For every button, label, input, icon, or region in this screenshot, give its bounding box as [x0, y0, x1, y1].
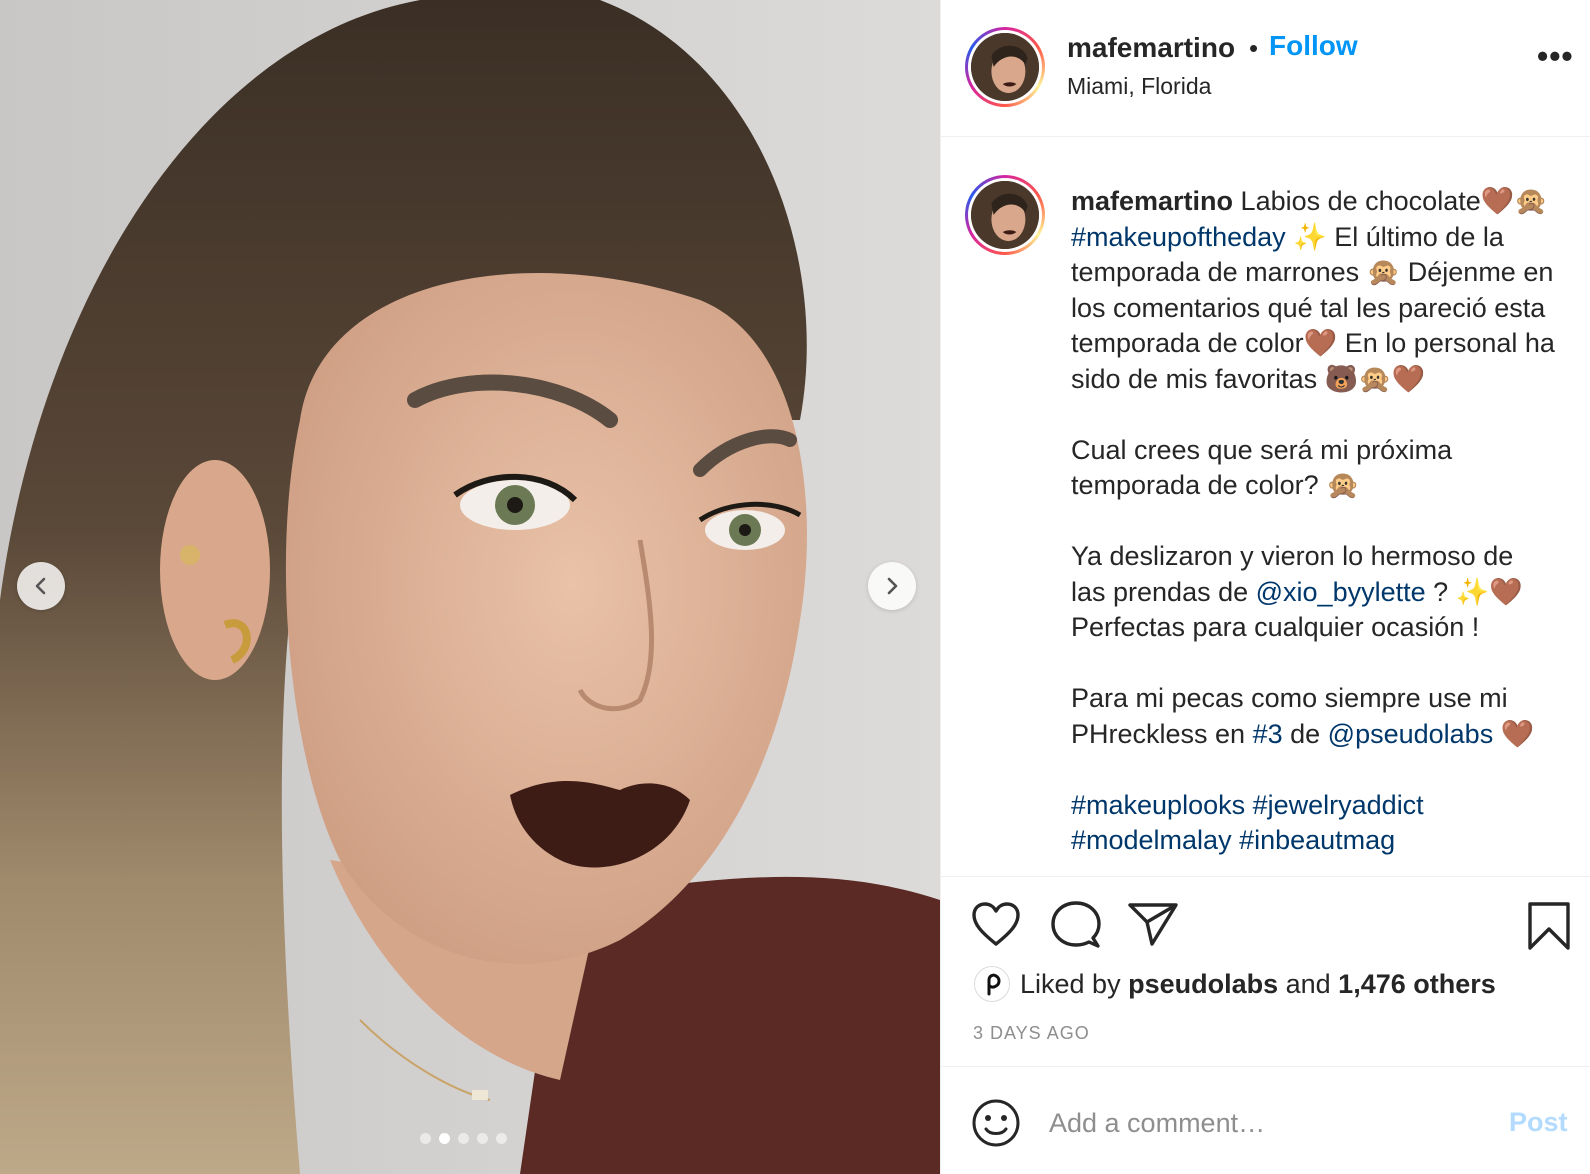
chevron-right-icon	[887, 577, 898, 595]
avatar[interactable]	[965, 27, 1045, 107]
caption-text: ✨ El último de la	[1285, 221, 1504, 252]
header-username[interactable]: mafemartino	[1067, 32, 1235, 64]
carousel-indicator	[420, 1133, 507, 1144]
caption-paragraph: mafemartino Labios de chocolate🤎🙊 #makeu…	[1071, 184, 1590, 397]
caption-text: Ya deslizaron y vieron lo hermoso de	[1071, 541, 1514, 571]
comment-bubble-icon[interactable]	[1051, 901, 1101, 954]
caption-text: temporada de marrones 🙊 Déjenme en	[1071, 257, 1554, 287]
post-timestamp[interactable]: 3 DAYS AGO	[973, 1023, 1090, 1044]
header-separator: •	[1249, 33, 1259, 63]
carousel-dot	[420, 1133, 431, 1144]
caption-text: Para mi pecas como siempre use mi	[1071, 683, 1508, 713]
hashtag-link[interactable]: #3	[1253, 719, 1283, 749]
caption-text: de	[1282, 718, 1328, 749]
likes-middle: and	[1278, 969, 1339, 999]
location-link[interactable]: Miami, Florida	[1067, 73, 1211, 100]
hashtag-link[interactable]: #makeupoftheday	[1071, 222, 1286, 252]
pseudolabs-logo-icon	[987, 973, 1001, 996]
caption-text: temporada de color🤎 En lo personal ha	[1071, 328, 1555, 358]
post-actions: Liked by pseudolabs and 1,476 others 3 D…	[941, 876, 1590, 1066]
caption-paragraph: Ya deslizaron y vieron lo hermoso de las…	[1071, 539, 1590, 646]
carousel-dot	[458, 1133, 469, 1144]
caption-text: temporada de color? 🙊	[1071, 470, 1360, 500]
comment-input[interactable]	[1049, 1103, 1489, 1143]
scroll-clip	[941, 864, 1590, 874]
more-options-icon[interactable]: •••	[1537, 38, 1574, 75]
post-photo	[0, 0, 940, 1174]
post-caption: mafemartino Labios de chocolate🤎🙊 #makeu…	[1071, 184, 1590, 874]
chevron-left-icon	[35, 577, 46, 595]
mention-link[interactable]: @xio_byylette	[1256, 577, 1426, 607]
heart-icon[interactable]	[971, 901, 1021, 952]
caption-paragraph: #makeuplooks #jewelryaddict #modelmalay …	[1071, 788, 1590, 875]
caption-paragraph: Para mi pecas como siempre use mi PHreck…	[1071, 681, 1590, 752]
carousel-dot-active	[439, 1133, 450, 1144]
profile-photo-icon	[971, 33, 1039, 101]
carousel-dot	[477, 1133, 488, 1144]
likes-prefix: Liked by	[1020, 969, 1129, 999]
caption-text: Perfectas para cualquier ocasión !	[1071, 612, 1480, 642]
post-header: mafemartino • Follow Miami, Florida •••	[941, 0, 1590, 137]
post-details-panel: mafemartino • Follow Miami, Florida •••	[940, 0, 1590, 1174]
post-comment-button[interactable]: Post	[1509, 1107, 1568, 1138]
caption-text: sido de mis favoritas 🐻🙊🤎	[1071, 363, 1426, 394]
comments-list[interactable]: mafemartino Labios de chocolate🤎🙊 #makeu…	[941, 138, 1590, 874]
caption-text: ? ✨🤎	[1425, 576, 1523, 607]
caption-text: PHreckless en	[1071, 718, 1253, 749]
post-media[interactable]	[0, 0, 940, 1174]
likes-summary: Liked by pseudolabs and 1,476 others	[1020, 969, 1496, 1000]
emoji-icon[interactable]	[971, 1098, 1021, 1153]
likes-count-link[interactable]: 1,476 others	[1338, 969, 1496, 999]
next-photo-button[interactable]	[868, 562, 916, 610]
paper-plane-icon[interactable]	[1127, 901, 1179, 952]
caption-text: las prendas de	[1071, 576, 1256, 607]
follow-button[interactable]: Follow	[1269, 30, 1358, 62]
profile-photo-icon	[971, 181, 1039, 249]
previous-photo-button[interactable]	[17, 562, 65, 610]
caption-avatar[interactable]	[965, 175, 1045, 255]
hashtag-links[interactable]: #modelmalay #inbeautmag	[1071, 825, 1395, 855]
caption-text: los comentarios qué tal les pareció esta	[1071, 292, 1546, 323]
carousel-dot	[496, 1133, 507, 1144]
hashtag-links[interactable]: #makeuplooks #jewelryaddict	[1071, 790, 1424, 820]
liked-by-username[interactable]: pseudolabs	[1128, 969, 1278, 999]
caption-text: 🤎	[1493, 718, 1535, 749]
bookmark-icon[interactable]	[1527, 901, 1571, 956]
add-comment-bar: Post	[941, 1066, 1590, 1174]
mention-link[interactable]: @pseudolabs	[1328, 719, 1494, 749]
caption-paragraph: Cual crees que será mi próxima temporada…	[1071, 433, 1590, 504]
caption-username[interactable]: mafemartino	[1071, 186, 1233, 216]
liked-by-avatar[interactable]	[974, 966, 1010, 1002]
caption-text: Labios de chocolate🤎🙊	[1233, 186, 1548, 216]
caption-text: Cual crees que será mi próxima	[1071, 434, 1453, 465]
